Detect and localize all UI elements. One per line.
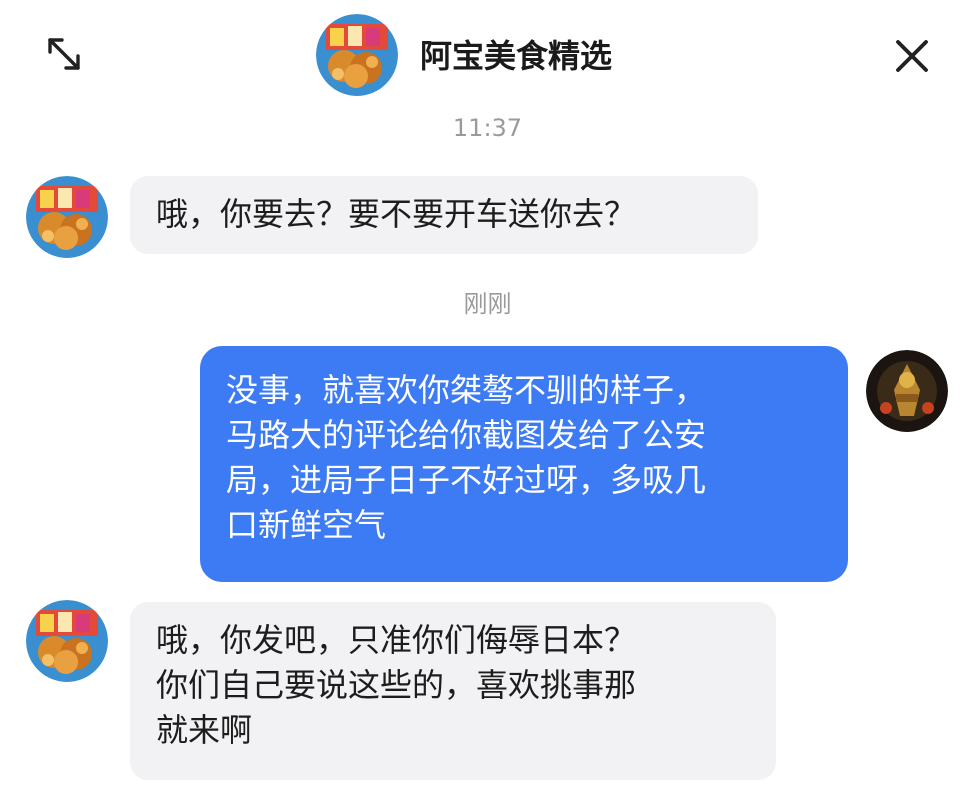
chat-header: 阿宝美食精选 bbox=[0, 0, 975, 110]
sender-avatar[interactable] bbox=[26, 176, 108, 258]
message-text-line: 没事，就喜欢你桀骜不驯的样子， bbox=[226, 371, 707, 409]
header-avatar[interactable] bbox=[316, 14, 398, 96]
outgoing-message-bubble[interactable]: 没事，就喜欢你桀骜不驯的样子， 马路大的评论给你截图发给了公安 局，进局子日子不… bbox=[200, 346, 848, 582]
message-timestamp: 11:37 bbox=[452, 114, 523, 142]
sender-avatar[interactable] bbox=[26, 600, 108, 682]
expand-arrows-icon[interactable] bbox=[44, 34, 84, 74]
food-avatar-image bbox=[26, 176, 108, 258]
food-avatar-image bbox=[26, 600, 108, 682]
food-avatar-image bbox=[316, 14, 398, 96]
incoming-message-bubble[interactable]: 哦，你发吧，只准你们侮辱日本？ 你们自己要说这些的，喜欢挑事那 就来啊 bbox=[130, 602, 776, 780]
message-text-line: 马路大的评论给你截图发给了公安 bbox=[226, 416, 707, 454]
chat-title: 阿宝美食精选 bbox=[420, 37, 613, 75]
user-avatar[interactable] bbox=[866, 350, 948, 432]
message-timestamp: 刚刚 bbox=[463, 290, 512, 318]
close-icon[interactable] bbox=[890, 34, 934, 78]
message-text-line: 你们自己要说这些的，喜欢挑事那 bbox=[156, 666, 637, 704]
message-text-line: 口新鲜空气 bbox=[226, 506, 387, 544]
message-text: 哦，你要去？要不要开车送你去？ bbox=[156, 195, 637, 233]
message-text-line: 哦，你发吧，只准你们侮辱日本？ bbox=[156, 621, 637, 659]
incoming-message-bubble[interactable]: 哦，你要去？要不要开车送你去？ bbox=[130, 176, 758, 254]
message-text-line: 就来啊 bbox=[156, 711, 253, 749]
user-avatar-image bbox=[866, 350, 948, 432]
message-text-line: 局，进局子日子不好过呀，多吸几 bbox=[226, 461, 707, 499]
